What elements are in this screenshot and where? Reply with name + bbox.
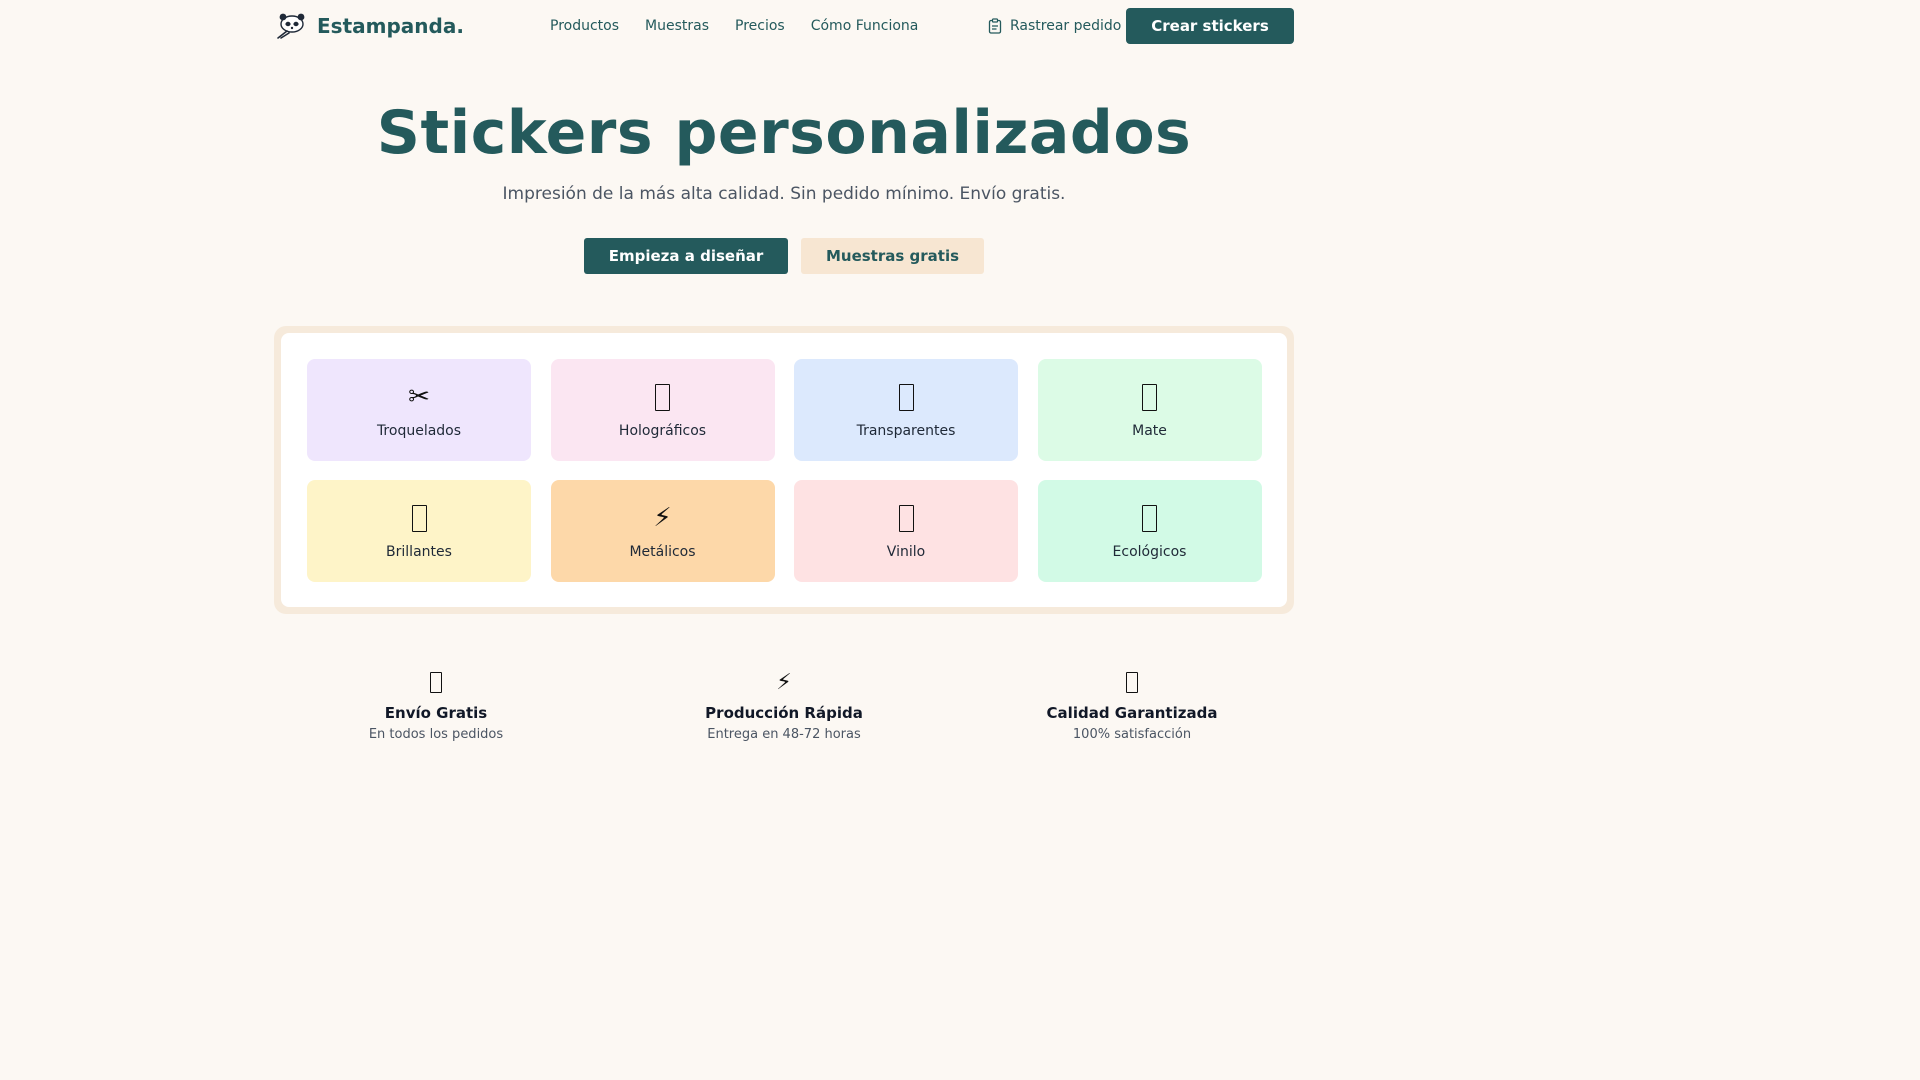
feature-title: Producción Rápida [705,704,863,722]
feature-subtitle: Entrega en 48-72 horas [707,727,861,742]
product-label: Ecológicos [1112,544,1187,560]
product-card-vinilo[interactable]: Vinilo [794,480,1018,582]
lightning-icon: ⚡ [776,669,792,695]
track-order-label: Rastrear pedido [1010,18,1122,34]
product-label: Troquelados [376,423,462,439]
product-label: Vinilo [886,544,926,560]
product-label: Mate [1132,423,1167,439]
product-card-ecologicos[interactable]: Ecológicos [1037,480,1262,582]
main-nav: Productos Muestras Precios Cómo Funciona [550,18,918,34]
free-samples-button[interactable]: Muestras gratis [801,238,984,274]
page: Estampanda. Productos Muestras Precios C… [0,0,1568,882]
product-card-mate[interactable]: Mate [1037,359,1262,461]
product-label: Holográficos [618,423,707,439]
product-label: Brillantes [386,544,452,560]
feature-subtitle: 100% satisfacción [1072,727,1192,742]
feature-free-shipping: Envío Gratis En todos los pedidos [306,666,566,742]
brand-name: Estampanda. [317,14,464,38]
product-card-holograficos[interactable]: Holográficos [550,359,775,461]
hero-title: Stickers personalizados [376,98,1192,168]
nav-item-precios[interactable]: Precios [735,18,785,34]
product-card-brillantes[interactable]: Brillantes [307,480,531,582]
nav-item-productos[interactable]: Productos [550,18,619,34]
hero-actions: Empieza a diseñar Muestras gratis [584,238,984,274]
brand[interactable]: Estampanda. [275,12,464,40]
scissors-icon: ✂ [408,382,430,412]
track-order-link[interactable]: Rastrear pedido [988,18,1121,34]
product-card-troquelados[interactable]: ✂ Troquelados [307,359,531,461]
header: Estampanda. Productos Muestras Precios C… [275,8,1294,44]
feature-title: Calidad Garantizada [1046,704,1218,722]
product-card-transparentes[interactable]: Transparentes [794,359,1018,461]
features: Envío Gratis En todos los pedidos ⚡ Prod… [275,666,1294,756]
star-icon [411,500,427,536]
hero-subtitle: Impresión de la más alta calidad. Sin pe… [502,184,1066,204]
leaf-icon [1142,500,1157,536]
feature-title: Envío Gratis [384,704,488,722]
sparkle-icon [655,379,670,415]
start-designing-button[interactable]: Empieza a diseñar [584,238,788,274]
nav-item-como-funciona[interactable]: Cómo Funciona [811,18,919,34]
badge-icon [1126,666,1138,698]
clipboard-icon [988,18,1002,34]
product-label: Metálicos [629,544,696,560]
vinyl-icon [898,500,914,536]
product-label: Transparentes [856,423,956,439]
palette-icon [1142,379,1157,415]
feature-quality-guarantee: Calidad Garantizada 100% satisfacción [1002,666,1262,742]
crystal-icon [898,379,914,415]
lightning-icon: ⚡ [653,503,672,533]
feature-subtitle: En todos los pedidos [368,727,504,742]
truck-icon [430,666,442,698]
nav-item-muestras[interactable]: Muestras [645,18,709,34]
create-stickers-button[interactable]: Crear stickers [1126,8,1294,44]
product-grid: ✂ Troquelados Holográficos Transparentes… [307,359,1262,582]
panda-logo-icon [277,13,305,39]
product-card-metalicos[interactable]: ⚡ Metálicos [550,480,775,582]
feature-fast-production: ⚡ Producción Rápida Entrega en 48-72 hor… [654,666,914,743]
